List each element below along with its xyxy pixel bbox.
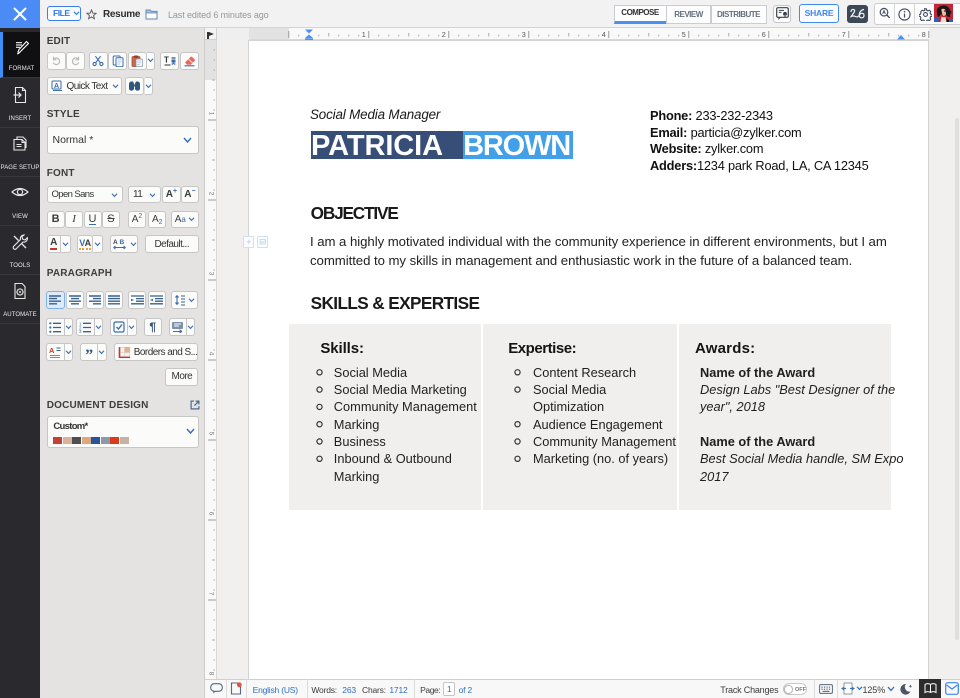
svg-text:4: 4 [602,30,606,39]
svg-text:3: 3 [522,30,526,39]
svg-text:2: 2 [442,30,446,39]
svg-text:A: A [49,346,55,355]
svg-text:6: 6 [762,30,766,39]
svg-text:T: T [164,56,169,65]
svg-text:3: 3 [79,329,82,333]
svg-text:A: A [54,83,59,90]
svg-text:1: 1 [362,30,366,39]
svg-text:5: 5 [682,30,686,39]
svg-text:A: A [113,239,118,246]
svg-text:B: B [119,239,124,246]
svg-text:7: 7 [842,30,846,39]
svg-text:8: 8 [922,30,926,39]
